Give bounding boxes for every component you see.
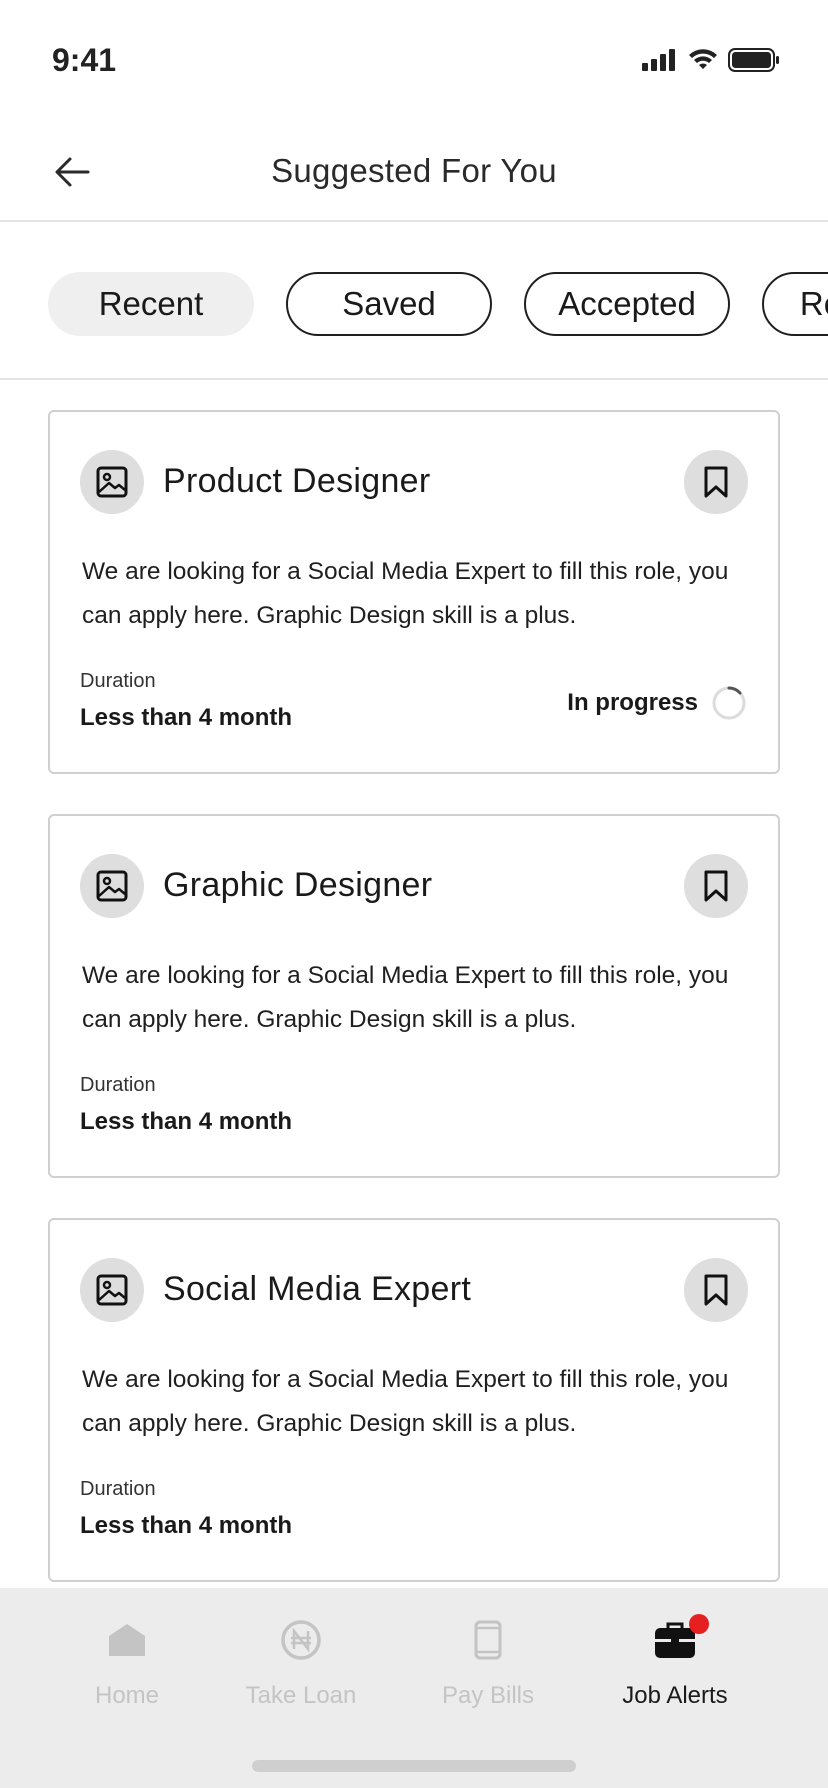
job-card-list: Product Designer We are looking for a So… (48, 410, 780, 1622)
tab-saved[interactable]: Saved (286, 272, 492, 336)
bookmark-icon (704, 1274, 728, 1306)
phone-icon (398, 1610, 578, 1670)
job-image-placeholder (80, 1258, 144, 1322)
job-image-placeholder (80, 854, 144, 918)
home-indicator (252, 1760, 576, 1772)
bookmark-button[interactable] (684, 854, 748, 918)
page-title: Suggested For You (271, 152, 557, 189)
naira-coin-icon (211, 1610, 391, 1670)
status-bar: 9:41 (0, 0, 828, 120)
job-card[interactable]: Social Media Expert We are looking for a… (48, 1218, 780, 1582)
bottom-nav: Home Take Loan Pay Bills Job Alerts (0, 1588, 828, 1788)
notification-dot (689, 1614, 709, 1634)
cellular-signal-icon (642, 49, 675, 71)
job-description: We are looking for a Social Media Expert… (82, 1366, 729, 1437)
duration-value: Less than 4 month (80, 1512, 293, 1539)
tab-recent[interactable]: Recent (48, 272, 254, 336)
bookmark-icon (704, 870, 728, 902)
tab-accepted[interactable]: Accepted (524, 272, 730, 336)
job-description: We are looking for a Social Media Expert… (82, 962, 729, 1033)
filter-tabs: Recent Saved Accepted Rejected (48, 272, 828, 336)
job-card[interactable]: Graphic Designer We are looking for a So… (48, 814, 780, 1178)
image-icon (96, 466, 128, 498)
home-icon (37, 1610, 217, 1670)
progress-spinner-icon (712, 686, 746, 720)
duration-value: Less than 4 month (80, 704, 293, 731)
duration-label: Duration (80, 670, 156, 692)
bookmark-button[interactable] (684, 1258, 748, 1322)
nav-label: Job Alerts (622, 1682, 728, 1709)
duration-label: Duration (80, 1478, 156, 1500)
bookmark-button[interactable] (684, 450, 748, 514)
nav-item-home[interactable]: Home (37, 1610, 217, 1710)
nav-item-job-alerts[interactable]: Job Alerts (585, 1610, 765, 1710)
nav-label: Pay Bills (441, 1682, 535, 1709)
battery-icon (728, 48, 779, 72)
status-time: 9:41 (52, 42, 117, 78)
bookmark-icon (704, 466, 728, 498)
filter-tabs-bar: Recent Saved Accepted Rejected (0, 222, 828, 380)
nav-label: Take Loan (245, 1682, 357, 1709)
nav-label: Home (94, 1682, 160, 1709)
image-icon (96, 870, 128, 902)
duration-label: Duration (80, 1074, 156, 1096)
job-image-placeholder (80, 450, 144, 514)
status-text: In progress (567, 689, 698, 716)
nav-item-take-loan[interactable]: Take Loan (211, 1610, 391, 1710)
job-title: Product Designer (163, 462, 431, 500)
header: Suggested For You (0, 120, 828, 222)
briefcase-icon (585, 1610, 765, 1670)
job-title: Social Media Expert (163, 1270, 472, 1308)
job-card[interactable]: Product Designer We are looking for a So… (48, 410, 780, 774)
image-icon (96, 1274, 128, 1306)
job-description: We are looking for a Social Media Expert… (82, 558, 729, 629)
status-icons (642, 48, 780, 72)
job-status: In progress (567, 684, 748, 722)
job-title: Graphic Designer (163, 866, 433, 904)
duration-value: Less than 4 month (80, 1108, 293, 1135)
tab-rejected[interactable]: Rejected (762, 272, 828, 336)
nav-item-pay-bills[interactable]: Pay Bills (398, 1610, 578, 1710)
wifi-icon (689, 49, 717, 69)
